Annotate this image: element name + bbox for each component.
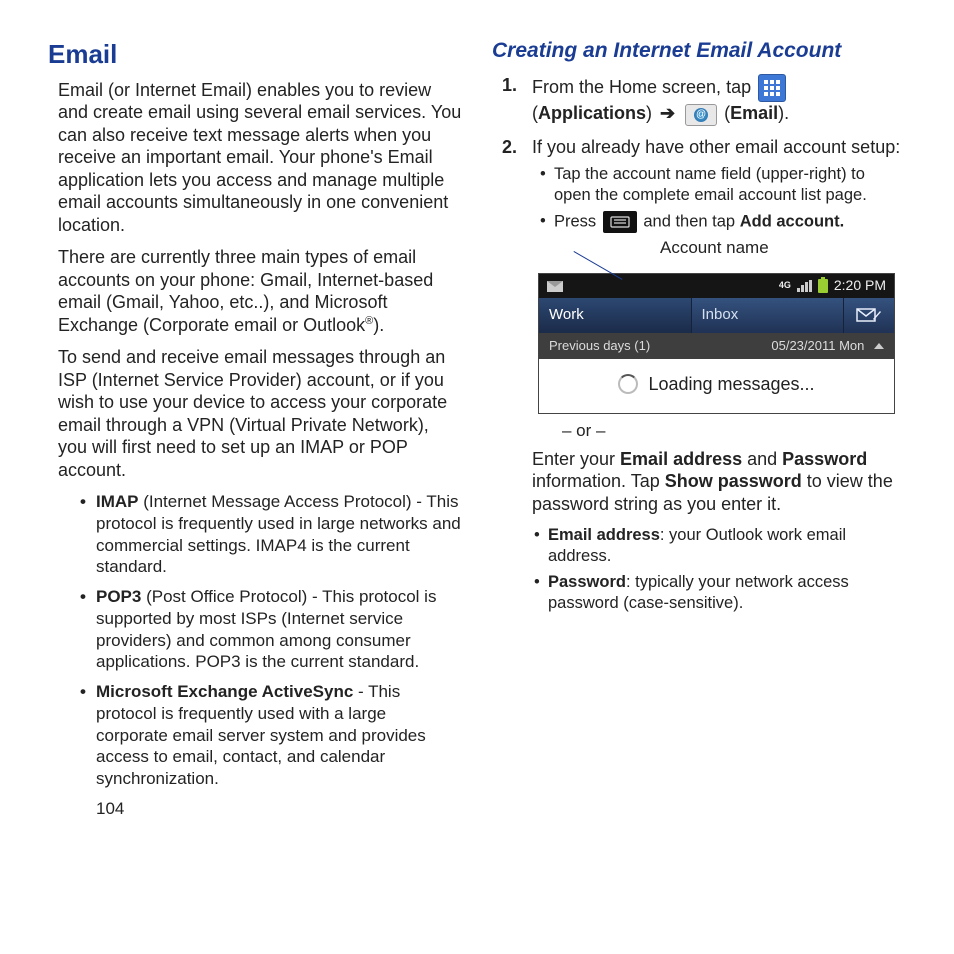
arrow-icon: ➔	[660, 103, 675, 123]
loading-row: Loading messages...	[539, 359, 894, 414]
steps-list: From the Home screen, tap (Applica	[492, 74, 906, 613]
notification-mail-icon	[547, 281, 563, 292]
enter-b3: Show password	[665, 471, 802, 491]
menu-key-icon	[603, 211, 637, 233]
collapse-arrow-icon	[874, 343, 884, 349]
intro-paragraph-3: To send and receive email messages throu…	[58, 346, 462, 481]
section-title-email: Email	[48, 38, 462, 71]
enter-b1: Email address	[620, 449, 742, 469]
tab-account-name[interactable]: Work	[539, 298, 692, 333]
step1-pre: From the Home screen, tap	[532, 77, 756, 97]
enter-mid1: and	[742, 449, 782, 469]
step2-bullet-2: Press and then tap Add account.	[540, 211, 906, 233]
date-label: 05/23/2011 Mon	[771, 338, 864, 353]
def-pwd-b: Password	[548, 573, 626, 591]
tab-inbox[interactable]: Inbox	[692, 298, 845, 333]
date-group-row[interactable]: Previous days (1) 05/23/2011 Mon	[539, 333, 894, 359]
step2-bullet-1: Tap the account name field (upper-right)…	[540, 164, 906, 205]
step-1: From the Home screen, tap (Applica	[502, 74, 906, 125]
b2-mid: and then tap	[643, 213, 739, 231]
step2-sublist: Tap the account name field (upper-right)…	[532, 164, 906, 233]
two-column-layout: Email Email (or Internet Email) enables …	[48, 38, 906, 819]
imap-desc: (Internet Message Access Protocol) - Thi…	[96, 492, 461, 576]
right-column: Creating an Internet Email Account From …	[492, 38, 906, 819]
account-tab-row: Work Inbox	[539, 298, 894, 333]
intro-paragraph-1: Email (or Internet Email) enables you to…	[58, 79, 462, 237]
def-password: Password: typically your network access …	[534, 572, 906, 613]
protocol-pop3: POP3 (Post Office Protocol) - This proto…	[80, 586, 462, 673]
screenshot-figure: Account name 4G 2:20 PM	[532, 239, 906, 414]
enter-mid2: information. Tap	[532, 471, 665, 491]
p2-post: ).	[373, 315, 384, 335]
step1-apps-label: Applications	[538, 103, 646, 123]
callout-label: Account name	[660, 237, 769, 258]
def-email-b: Email address	[548, 526, 660, 544]
enter-b2: Password	[782, 449, 867, 469]
protocol-list: IMAP (Internet Message Access Protocol) …	[58, 491, 462, 790]
or-separator: – or –	[562, 420, 906, 441]
enter-credentials-paragraph: Enter your Email address and Password in…	[532, 448, 906, 516]
pop3-label: POP3	[96, 587, 141, 606]
loading-text: Loading messages...	[648, 373, 814, 396]
b2-bold: Add account.	[740, 213, 845, 231]
compose-button[interactable]	[844, 298, 894, 333]
credentials-defs: Email address: your Outlook work email a…	[532, 525, 906, 614]
imap-label: IMAP	[96, 492, 139, 511]
left-column: Email Email (or Internet Email) enables …	[48, 38, 462, 819]
subsection-title: Creating an Internet Email Account	[492, 38, 906, 64]
protocol-imap: IMAP (Internet Message Access Protocol) …	[80, 491, 462, 578]
applications-icon	[758, 74, 786, 102]
previous-days-label: Previous days (1)	[549, 338, 650, 354]
intro-paragraph-2: There are currently three main types of …	[58, 246, 462, 336]
left-body: Email (or Internet Email) enables you to…	[48, 79, 462, 790]
enter-pre: Enter your	[532, 449, 620, 469]
battery-icon	[818, 279, 828, 293]
clock-time: 2:20 PM	[834, 277, 886, 295]
loading-spinner-icon	[618, 374, 638, 394]
step-2: If you already have other email account …	[502, 136, 906, 614]
network-indicator: 4G	[779, 280, 791, 291]
def-email-address: Email address: your Outlook work email a…	[534, 525, 906, 566]
step2-text: If you already have other email account …	[532, 137, 900, 157]
step1-email-label: Email	[730, 103, 778, 123]
protocol-eas: Microsoft Exchange ActiveSync - This pro…	[80, 681, 462, 790]
pop3-desc: (Post Office Protocol) - This protocol i…	[96, 587, 436, 671]
page-number: 104	[48, 798, 462, 819]
callout-account-name: Account name	[602, 239, 906, 273]
signal-bars-icon	[797, 280, 812, 292]
b2-pre: Press	[554, 213, 601, 231]
status-icons: 4G 2:20 PM	[779, 277, 886, 295]
eas-label: Microsoft Exchange ActiveSync	[96, 682, 353, 701]
email-app-icon: @	[685, 104, 717, 126]
